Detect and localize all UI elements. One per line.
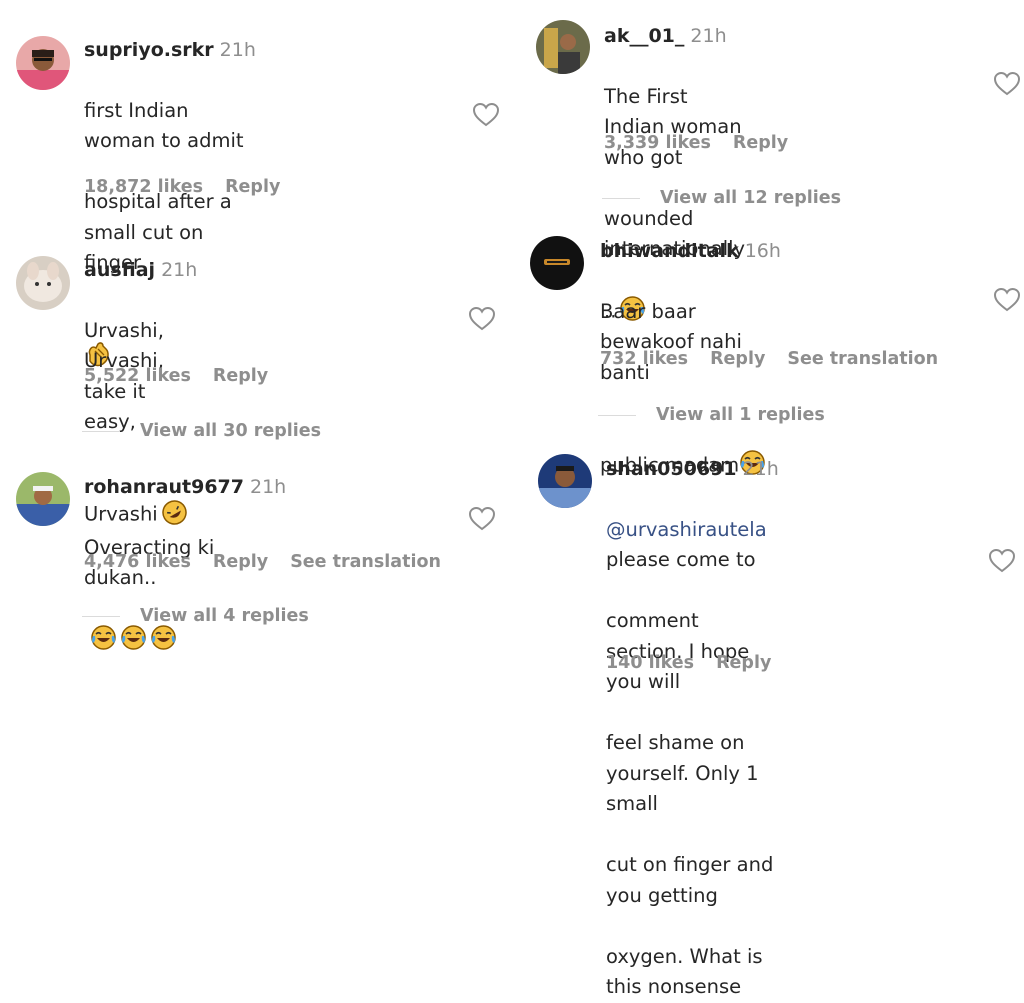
comment-text: Overacting ki dukan.. [84,502,286,661]
reply-button[interactable]: Reply [213,366,268,386]
reply-button[interactable]: Reply [213,552,268,572]
avatar[interactable] [536,20,590,74]
avatar[interactable] [16,472,70,526]
comment-username[interactable]: shan050691 [606,458,737,480]
comment-username[interactable]: ausfiaj [84,259,155,281]
reply-button[interactable]: Reply [733,133,788,153]
likes-count[interactable]: 732 likes [600,349,688,369]
comment-text-line: The First Indian woman who got [604,84,742,169]
comment-text-line: first Indian woman to admit [84,98,244,153]
comment-text-line: Baar baar bewakoof nahi banti [600,299,742,384]
comment-time: 21h [742,458,779,480]
comment-username[interactable]: supriyo.srkr [84,39,214,61]
comment-time: 21h [249,476,287,498]
divider [602,197,640,199]
tears-of-joy-emoji [150,594,177,661]
comment-text-line: cut on finger and you getting [606,853,774,907]
comment-text: Baar baar bewakoof nahi banti public mad… [600,266,781,486]
likes-count[interactable]: 18,872 likes [84,177,203,197]
heart-outline-icon[interactable] [472,102,500,128]
see-translation-button[interactable]: See translation [290,552,441,572]
mention-link[interactable]: @urvashirautela [606,518,767,541]
likes-count[interactable]: 140 likes [606,653,694,673]
comment-text-line: oxygen. What is this nonsense [606,944,763,999]
tears-of-joy-emoji [120,594,147,661]
avatar[interactable] [16,36,70,90]
avatar[interactable] [16,256,70,310]
likes-count[interactable]: 4,476 likes [84,552,191,572]
comment-time: 21h [219,39,256,61]
heart-outline-icon[interactable] [468,506,496,532]
avatar[interactable] [538,454,592,508]
divider [82,615,120,617]
heart-outline-icon[interactable] [993,71,1021,97]
view-replies-label: View all 1 replies [656,405,825,425]
view-replies-label: View all 30 replies [140,421,322,441]
comment-username[interactable]: rohanraut9677 [84,476,244,498]
comment-time: 21h [161,259,198,281]
view-replies-label: View all 4 replies [140,606,309,626]
view-replies-button[interactable]: View all 12 replies [602,188,841,208]
divider [82,430,120,432]
view-replies-button[interactable]: View all 1 replies [598,405,825,425]
reply-button[interactable]: Reply [225,177,280,197]
heart-outline-icon[interactable] [993,287,1021,313]
likes-count[interactable]: 5,522 likes [84,366,191,386]
reply-button[interactable]: Reply [716,653,771,673]
view-replies-label: View all 12 replies [660,188,842,208]
tears-of-joy-emoji [90,594,117,661]
comment-text-line: feel shame on yourself. Only 1 small [606,731,759,815]
view-replies-button[interactable]: View all 30 replies [82,421,321,441]
avatar[interactable] [530,236,584,290]
see-translation-button[interactable]: See translation [787,349,938,369]
comment-time: 16h [744,240,781,262]
heart-outline-icon[interactable] [988,548,1016,574]
comment-text: @urvashirautela please come to comment s… [606,484,779,1003]
view-replies-button[interactable]: View all 4 replies [82,606,309,626]
comment-text-line: please come to [606,548,756,571]
reply-button[interactable]: Reply [710,349,765,369]
heart-outline-icon[interactable] [468,306,496,332]
comment-username[interactable]: ak__01_ [604,25,684,47]
comment-text-line: comment section. I hope you will [606,609,750,693]
likes-count[interactable]: 3,339 likes [604,133,711,153]
comment-time: 21h [690,25,727,47]
comment-username[interactable]: bhiwanditalk [600,240,739,262]
divider [598,414,636,416]
